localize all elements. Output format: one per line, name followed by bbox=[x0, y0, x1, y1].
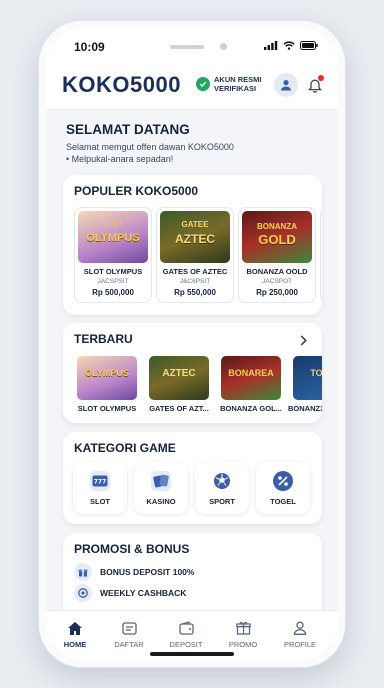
gift-icon bbox=[74, 563, 92, 581]
game-thumbnail[interactable]: TOGE bbox=[293, 356, 322, 400]
game-thumbnail: GCOT OLYMPUS bbox=[78, 211, 148, 263]
user-avatar-button[interactable] bbox=[274, 73, 298, 97]
game-card[interactable]: GCOT OLYMPUS SLOT OLYMPUS JACSPSIT Rp 50… bbox=[74, 207, 152, 303]
game-card[interactable]: GATEE AZTEC GATES OF AZTEC J&C6PSIT Rp 5… bbox=[156, 207, 234, 303]
nav-daftar[interactable]: DAFTAR bbox=[103, 619, 155, 649]
cashback-icon bbox=[74, 584, 92, 602]
game-thumbnail[interactable]: OLYMPUS bbox=[77, 356, 137, 400]
nav-profile[interactable]: PROFILE bbox=[274, 619, 326, 649]
verified-text: AKUN RESMI VERIFIKASI bbox=[214, 75, 262, 94]
nav-promo[interactable]: PROMO bbox=[217, 619, 269, 649]
notification-dot bbox=[318, 75, 324, 81]
signal-icon bbox=[264, 41, 278, 50]
game-price: Rp 500,000 bbox=[92, 288, 134, 297]
home-icon bbox=[66, 619, 84, 637]
battery-icon bbox=[300, 41, 318, 50]
nav-home[interactable]: HOME bbox=[49, 619, 101, 649]
status-time: 10:09 bbox=[74, 40, 105, 54]
user-icon bbox=[291, 619, 309, 637]
wifi-icon bbox=[283, 41, 295, 50]
svg-text:777: 777 bbox=[94, 479, 107, 486]
game-price: Rp 250,000 bbox=[256, 288, 298, 297]
game-name: SLOT OLYMPUS bbox=[83, 267, 143, 276]
game-name: BONANZA OOLD bbox=[246, 267, 308, 276]
category-slot-button[interactable]: 777 SLOT bbox=[73, 462, 127, 514]
category-kasino-button[interactable]: KASINO bbox=[134, 462, 188, 514]
game-thumbnail[interactable]: AZTEC bbox=[149, 356, 209, 400]
see-more-button[interactable] bbox=[300, 333, 310, 347]
game-name: BONANZ3 bbox=[288, 404, 322, 413]
slot-machine-icon: 777 bbox=[90, 471, 110, 491]
game-thumbnail: GATEE AZTEC bbox=[160, 211, 230, 263]
nav-deposit[interactable]: DEPOSIT bbox=[160, 619, 212, 649]
game-name: BONANZA GOL... bbox=[220, 404, 282, 413]
check-icon bbox=[196, 77, 210, 92]
game-provider: JACSPSIT bbox=[97, 278, 129, 285]
game-price: Rp 550,000 bbox=[174, 288, 216, 297]
game-card[interactable]: BONANZA GOLD BONANZA OOLD JACSPOT Rp 250… bbox=[238, 207, 316, 303]
category-sport-button[interactable]: SPORT bbox=[195, 462, 249, 514]
notification-button[interactable] bbox=[304, 74, 326, 96]
phone-frame: 10:09 KOKO5000 AKUN RESMI VERIFIKASI SEL… bbox=[38, 20, 346, 668]
home-indicator bbox=[150, 652, 234, 656]
wallet-icon bbox=[177, 619, 195, 637]
verified-badge: AKUN RESMI VERIFIKASI bbox=[196, 75, 266, 94]
percent-icon bbox=[273, 471, 293, 491]
promo-bonus-deposit[interactable]: BONUS DEPOSIT 100% bbox=[74, 563, 194, 581]
chevron-right-icon bbox=[300, 334, 307, 346]
category-title: KATEGORI GAME bbox=[74, 441, 176, 455]
promo-title: PROMOSI & BONUS bbox=[74, 542, 190, 556]
promo-weekly-cashback[interactable]: WEEKLY CASHBACK bbox=[74, 584, 186, 602]
game-name: GATES OF AZT... bbox=[149, 404, 209, 413]
category-togel-button[interactable]: TOGEL bbox=[256, 462, 310, 514]
latest-section: TERBARU OLYMPUS SLOT OLYMPUS AZTEC GATES… bbox=[63, 323, 322, 423]
game-provider: JACSPOT bbox=[262, 278, 292, 285]
app-header: KOKO5000 AKUN RESMI VERIFIKASI bbox=[46, 60, 338, 110]
game-thumbnail: BONANZA GOLD bbox=[242, 211, 312, 263]
cards-icon bbox=[151, 471, 171, 491]
game-name: GATES OF AZTEC bbox=[162, 267, 228, 276]
welcome-text: Selamat memgut offen dawan KOKO5000 • Me… bbox=[66, 142, 234, 164]
screen: 10:09 KOKO5000 AKUN RESMI VERIFIKASI SEL… bbox=[46, 28, 338, 660]
brand-logo[interactable]: KOKO5000 bbox=[62, 72, 181, 98]
game-name: SLOT OLYMPUS bbox=[77, 404, 137, 413]
welcome-title: SELAMAT DATANG bbox=[66, 122, 190, 137]
popular-title: POPULER KOKO5000 bbox=[74, 184, 199, 198]
gift-icon bbox=[234, 619, 252, 637]
game-thumbnail[interactable]: BONAREA bbox=[221, 356, 281, 400]
game-card-partial[interactable] bbox=[320, 207, 322, 303]
user-icon bbox=[281, 80, 291, 91]
category-section: KATEGORI GAME 777 SLOT KASINO SPORT TOGE… bbox=[63, 432, 322, 524]
status-bar: 10:09 bbox=[46, 28, 338, 60]
list-icon bbox=[120, 619, 138, 637]
latest-title: TERBARU bbox=[74, 332, 133, 346]
game-provider: J&C6PSIT bbox=[179, 278, 211, 285]
popular-section: POPULER KOKO5000 GCOT OLYMPUS SLOT OLYMP… bbox=[63, 175, 322, 315]
camera-dot bbox=[220, 43, 227, 50]
welcome-section: SELAMAT DATANG Selamat memgut offen dawa… bbox=[66, 122, 276, 165]
speaker-notch bbox=[170, 45, 204, 49]
bottom-nav: HOME DAFTAR DEPOSIT PROMO PROFILE bbox=[46, 610, 338, 660]
soccer-ball-icon bbox=[212, 471, 232, 491]
status-icons bbox=[264, 41, 318, 50]
